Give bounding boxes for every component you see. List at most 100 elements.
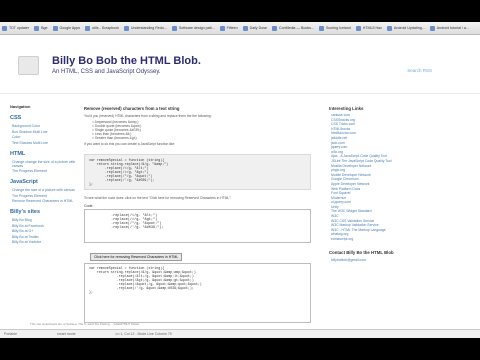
header-link[interactable]: Search RSS [407, 68, 432, 73]
site-tagline: An HTML, CSS and JavaScript Odyssey. [52, 69, 161, 75]
nav-link[interactable]: The Progress Element [12, 169, 80, 173]
remove-characters-button[interactable]: Click here for removing Reserved Charact… [90, 253, 183, 261]
bookmark-item[interactable]: ConMedia — Books... [272, 25, 314, 31]
bookmark-item[interactable]: Understanding Redu... [123, 25, 167, 31]
bookmark-item[interactable]: Google Apps [52, 25, 80, 31]
article-intro: You'd you (reserved) HTML characters fro… [84, 114, 212, 118]
links-title: Interesting Links [329, 106, 364, 111]
interesting-link[interactable]: ui.jquery.com [331, 200, 480, 205]
bookmark-favicon-icon [219, 25, 225, 31]
interesting-link[interactable]: jquery.com [331, 145, 480, 150]
output-area[interactable]: var removeSpecial = function (string){ r… [84, 263, 311, 323]
nav-link[interactable]: Billy Bo Blog [12, 218, 80, 222]
bookmark-favicon-icon [171, 25, 177, 31]
right-sidebar: Interesting Links caniuse.com CSSSnacks.o… [315, 94, 480, 338]
bookmark-item[interactable]: Daily Dose [242, 25, 267, 31]
instruction-text: To see what the code does: click on the … [84, 196, 232, 200]
contact-email[interactable]: billyboblob@gmail.com [331, 258, 480, 262]
input-label: Code: [84, 204, 94, 208]
bookmark-item[interactable]: Scoring Iceland [318, 25, 351, 31]
bookmark-favicon-icon [34, 25, 40, 31]
article-intro-2: If you want to do this you can create a … [84, 142, 176, 146]
bookmark-item[interactable]: HTML5 Hax [355, 25, 382, 31]
nav-link[interactable]: Billy Bo at Facebook [12, 224, 80, 228]
status-item: Ln 1, Col 12 - Mode Line Column 79 [115, 332, 172, 336]
bookmarks-bar: TDT updater Bge Google Apps utils - Scrapbo… [0, 22, 480, 35]
bookmark-label: Understanding Redu... [130, 26, 167, 30]
bookmark-favicon-icon [386, 25, 392, 31]
nav-section-heading: Billy's sites [10, 209, 41, 215]
bookmark-favicon-icon [272, 25, 277, 31]
article-title: Remove (reserved) characters from a text… [84, 106, 180, 111]
contact-title: Contact Billy Bo the HTML Blob [329, 249, 394, 255]
interesting-link[interactable]: jsdo.com [331, 141, 480, 146]
bookmark-favicon-icon [355, 25, 361, 31]
interesting-link[interactable]: Font Squirrel [331, 191, 480, 196]
bookmark-label: Daily Dose [249, 26, 267, 30]
interesting-link[interactable]: html5doctor.com [331, 132, 480, 136]
bookmark-item[interactable]: Android Updating... [386, 25, 425, 31]
site-logo [18, 56, 39, 75]
nav-link[interactable]: Billy Bo at Youtube [12, 240, 80, 244]
bookmark-label: Fifteen [226, 26, 238, 30]
bookmark-favicon-icon [2, 25, 7, 31]
nav-link[interactable]: Box Shadow Multi Line [12, 130, 80, 134]
bookmark-favicon-icon [123, 25, 129, 31]
bookmark-item[interactable]: Software design patt... [171, 25, 215, 31]
nav-section-heading: CSS [10, 115, 22, 121]
code-block: var removeSpecial = function (string){ r… [84, 154, 311, 190]
bookmark-label: TDT updater [9, 26, 30, 30]
nav-link[interactable]: Color [12, 135, 80, 139]
status-item: Portable [4, 332, 18, 336]
interesting-link[interactable]: ecmascript.org [331, 237, 480, 242]
nav-link[interactable]: Billy Bo at Twitter [12, 235, 80, 239]
bookmark-favicon-icon [242, 25, 248, 31]
bookmark-label: Bge [41, 26, 48, 30]
replacement-list: < Ampersand (becomes &amp;) < Double quot… [92, 120, 311, 140]
interesting-link[interactable]: Web Platform Docs [331, 187, 480, 192]
main-content: Remove (reserved) characters from a text… [80, 94, 315, 338]
interesting-link[interactable]: The W3C Widget Standard [331, 210, 480, 214]
bookmark-label: Scoring Iceland [325, 26, 351, 30]
bookmark-item[interactable]: utils - Scrapbook [85, 25, 119, 31]
interesting-link[interactable]: jsfiddle.net [331, 136, 480, 141]
nav-section-heading: JavaScript [10, 179, 38, 185]
bookmark-item[interactable]: Fifteen [219, 25, 238, 31]
footer-note: This site stylesheets are of Subsea. The… [30, 322, 140, 326]
nav-link[interactable]: Remove Reserved Characters in HTML [12, 199, 80, 203]
bookmark-favicon-icon [429, 25, 435, 31]
bookmark-favicon-icon [52, 25, 58, 31]
status-item: smart mode [57, 332, 76, 336]
browser-screen: TDT updater Bge Google Apps utils - Scrapbo… [0, 22, 480, 338]
interesting-link[interactable]: W3C - HTML The Markup Language [331, 228, 480, 233]
bookmark-label: ConMedia — Books... [279, 26, 314, 30]
interesting-link[interactable]: CSS Tricks.com [331, 122, 480, 127]
nav-link[interactable]: Change the size of a picture with canvas [12, 188, 80, 192]
nav-title: Navigation [10, 104, 31, 109]
links-list: caniuse.com CSSSnacks.org CSS Tricks.com HT… [329, 113, 480, 242]
nav-link[interactable]: Billy Bo at G+ [12, 229, 80, 233]
interesting-link[interactable]: whatwg.org [331, 233, 480, 237]
interesting-link[interactable]: Mozilla Developer Network [331, 164, 480, 169]
site-title: Billy Bo Bob the HTML Blob. [52, 55, 201, 67]
bookmark-item[interactable]: Bge [34, 25, 48, 31]
bookmark-label: Android tutorial / a... [436, 26, 469, 30]
bookmark-label: HTML5 Hax [362, 26, 382, 30]
nav-link[interactable]: Background Color [12, 124, 80, 128]
nav-section-heading: HTML [10, 150, 26, 157]
bookmark-label: Android Updating... [393, 26, 425, 30]
bookmark-favicon-icon [318, 25, 324, 31]
code-input[interactable]: .replace(/</g, "&lt;") .replace(/>/g, "&… [84, 209, 311, 243]
status-bar: Portable smart mode Ln 1, Col 12 - Mode Li… [0, 329, 480, 338]
site-header: Billy Bo Bob the HTML Blob. An HTML, CSS… [0, 35, 480, 94]
nav-link[interactable]: Text Shadow Multi Line [12, 141, 80, 145]
nav-link[interactable]: Change change the size of a picture with… [12, 160, 80, 168]
list-item: > Greater than (becomes &gt;) [92, 136, 137, 140]
bookmark-favicon-icon [85, 25, 91, 31]
bookmark-label: Software design patt... [178, 26, 215, 30]
nav-link[interactable]: The Progress Element [12, 194, 80, 198]
bookmark-item[interactable]: Android tutorial / a... [429, 25, 469, 31]
interesting-link[interactable]: Modernizr [331, 196, 480, 201]
bookmark-item[interactable]: TDT updater [2, 25, 30, 31]
code-line: }; [89, 182, 93, 186]
